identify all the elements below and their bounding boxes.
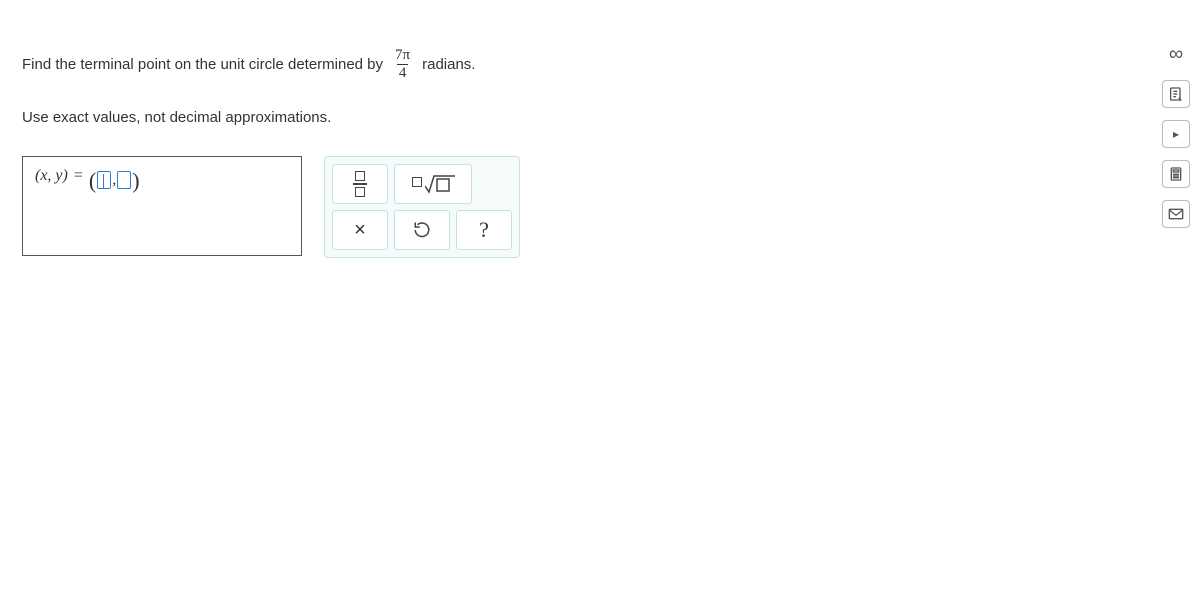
mail-button[interactable]: [1162, 200, 1190, 228]
help-button[interactable]: ?: [456, 210, 512, 250]
sqrt-icon: [412, 174, 455, 194]
sqrt-tool-button[interactable]: [394, 164, 472, 204]
notes-icon: [1168, 86, 1184, 102]
paren-close: ): [132, 168, 139, 194]
fraction-numerator: 7π: [393, 48, 412, 64]
undo-button[interactable]: [394, 210, 450, 250]
instruction-text: Use exact values, not decimal approximat…: [22, 109, 1118, 126]
fraction-icon: [353, 171, 367, 197]
y-input-placeholder[interactable]: [117, 171, 131, 189]
answer-input-box[interactable]: (x, y) = ( , ): [22, 156, 302, 256]
calculator-button[interactable]: [1162, 160, 1190, 188]
answer-rhs: ( , ): [89, 167, 140, 193]
question-suffix: radians.: [422, 56, 475, 73]
answer-equals: =: [74, 167, 83, 185]
mail-icon: [1168, 207, 1184, 221]
infinity-icon: ∞: [1169, 43, 1183, 66]
side-toolbar: ∞ ▸: [1162, 40, 1190, 228]
answer-lhs: (x, y): [35, 167, 68, 185]
comma: ,: [112, 171, 116, 189]
calculator-icon: [1168, 166, 1184, 182]
undo-icon: [413, 221, 431, 239]
math-toolbox: × ?: [324, 156, 520, 258]
work-area: (x, y) = ( , ): [22, 156, 1118, 258]
notes-button[interactable]: [1162, 80, 1190, 108]
fraction-denominator: 4: [397, 64, 409, 81]
play-icon: ▸: [1173, 127, 1179, 141]
angle-fraction: 7π 4: [393, 48, 412, 81]
fraction-tool-button[interactable]: [332, 164, 388, 204]
help-icon: ?: [479, 217, 489, 243]
infinity-button[interactable]: ∞: [1162, 40, 1190, 68]
clear-icon: ×: [354, 219, 366, 242]
clear-button[interactable]: ×: [332, 210, 388, 250]
x-input-placeholder[interactable]: [97, 171, 111, 189]
question-text: Find the terminal point on the unit circ…: [22, 48, 1118, 81]
play-button[interactable]: ▸: [1162, 120, 1190, 148]
paren-open: (: [89, 168, 96, 194]
question-prefix: Find the terminal point on the unit circ…: [22, 56, 383, 73]
question-content: Find the terminal point on the unit circ…: [0, 0, 1140, 280]
